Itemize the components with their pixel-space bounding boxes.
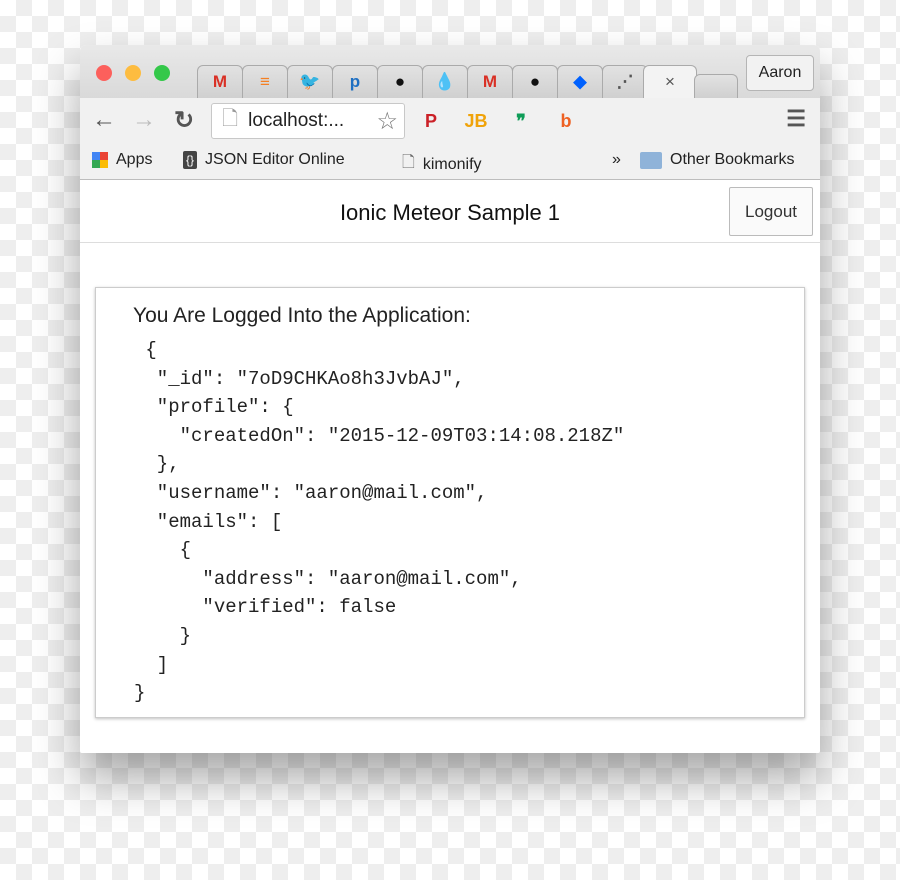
- page-icon: 🗋: [402, 154, 415, 171]
- tab-strip: M ≡ 🐦 p ● 💧 M ● ◆ ⋰ × Aaron: [80, 45, 820, 98]
- logout-button[interactable]: Logout: [729, 187, 813, 236]
- json-line: }: [134, 682, 146, 705]
- json-line: },: [134, 453, 180, 476]
- browser-window: M ≡ 🐦 p ● 💧 M ● ◆ ⋰ × Aaron ← → ↻ 🗋 localhost:...…: [80, 45, 820, 753]
- gmail-icon: M: [212, 72, 228, 91]
- bookmark-label: JSON Editor Online: [205, 151, 345, 168]
- github-icon: ●: [394, 72, 406, 91]
- drupal-icon: 💧: [434, 72, 456, 91]
- folder-icon: [640, 151, 662, 169]
- bookmarks-overflow-button[interactable]: »: [612, 151, 621, 169]
- tab-6[interactable]: M: [467, 65, 513, 98]
- jetbrains-icon[interactable]: JB: [462, 107, 490, 135]
- bookmarks-bar: Apps {} JSON Editor Online 🗋 kimonify » …: [80, 142, 820, 180]
- user-card: You Are Logged Into the Application: { "…: [95, 287, 805, 718]
- pinterest-icon[interactable]: P: [417, 107, 445, 135]
- menu-icon[interactable]: ☰: [786, 106, 806, 132]
- bookmark-kimonify[interactable]: 🗋 kimonify: [402, 151, 482, 178]
- profile-button[interactable]: Aaron: [746, 55, 814, 91]
- tab-7[interactable]: ●: [512, 65, 558, 98]
- new-tab-button[interactable]: [694, 74, 738, 98]
- tab-1[interactable]: ≡: [242, 65, 288, 98]
- maximize-window-button[interactable]: [154, 65, 170, 81]
- tab-3[interactable]: p: [332, 65, 378, 98]
- json-line: "address": "aaron@mail.com",: [134, 567, 522, 590]
- bookmark-label: kimonify: [422, 155, 482, 173]
- bookmark-apps[interactable]: Apps: [92, 151, 152, 169]
- reload-icon[interactable]: ↻: [174, 106, 194, 135]
- url-text[interactable]: localhost:...: [248, 110, 344, 132]
- user-json: { "_id": "7oD9CHKAo8h3JvbAJ", "profile":…: [134, 336, 624, 708]
- bitly-icon[interactable]: b: [552, 107, 580, 135]
- json-line: }: [134, 624, 192, 647]
- bookmark-label: Other Bookmarks: [670, 151, 795, 168]
- apps-grid-icon: [92, 152, 108, 168]
- meteor-icon: ⋰: [616, 72, 634, 91]
- json-line: "_id": "7oD9CHKAo8h3JvbAJ",: [134, 367, 465, 390]
- json-line: "username": "aaron@mail.com",: [134, 481, 488, 504]
- twitter-icon: 🐦: [299, 72, 321, 91]
- back-icon[interactable]: ←: [92, 106, 116, 134]
- tab-9[interactable]: ⋰: [602, 65, 648, 98]
- page-icon: 🗋: [222, 108, 239, 130]
- bookmark-json-editor[interactable]: {} JSON Editor Online: [183, 151, 345, 169]
- hangouts-icon[interactable]: ❞: [507, 107, 535, 135]
- json-braces-icon: {}: [183, 151, 198, 169]
- address-bar[interactable]: 🗋 localhost:... ☆: [211, 103, 405, 139]
- app-header: Ionic Meteor Sample 1 Logout: [80, 180, 820, 243]
- close-tab-icon[interactable]: ×: [665, 72, 675, 92]
- json-line: {: [134, 539, 192, 562]
- tab-8[interactable]: ◆: [557, 65, 603, 98]
- json-line: "profile": {: [134, 396, 294, 419]
- toolbar: ← → ↻ 🗋 localhost:... ☆ P JB ❞ b ☰: [80, 98, 820, 142]
- forward-icon[interactable]: →: [132, 106, 156, 134]
- bookmark-other[interactable]: Other Bookmarks: [640, 151, 794, 169]
- pushbullet-icon: p: [349, 72, 361, 91]
- close-window-button[interactable]: [96, 65, 112, 81]
- json-line: "emails": [: [134, 510, 283, 533]
- gmail-icon: M: [482, 72, 498, 91]
- page-title: Ionic Meteor Sample 1: [339, 200, 561, 225]
- tab-2[interactable]: 🐦: [287, 65, 333, 98]
- bookmark-star-icon[interactable]: ☆: [376, 107, 398, 136]
- stackoverflow-icon: ≡: [260, 72, 270, 91]
- dropbox-icon: ◆: [573, 72, 587, 91]
- json-line: ]: [134, 653, 169, 676]
- tab-4[interactable]: ●: [377, 65, 423, 98]
- json-line: "createdOn": "2015-12-09T03:14:08.218Z": [134, 424, 625, 447]
- card-heading: You Are Logged Into the Application:: [133, 304, 471, 327]
- json-line: "verified": false: [134, 596, 397, 619]
- minimize-window-button[interactable]: [125, 65, 141, 81]
- github-icon: ●: [529, 72, 541, 91]
- tab-5[interactable]: 💧: [422, 65, 468, 98]
- tab-active[interactable]: ×: [643, 65, 697, 98]
- tab-0[interactable]: M: [197, 65, 243, 98]
- bookmark-label: Apps: [116, 151, 153, 168]
- json-line: {: [134, 339, 157, 361]
